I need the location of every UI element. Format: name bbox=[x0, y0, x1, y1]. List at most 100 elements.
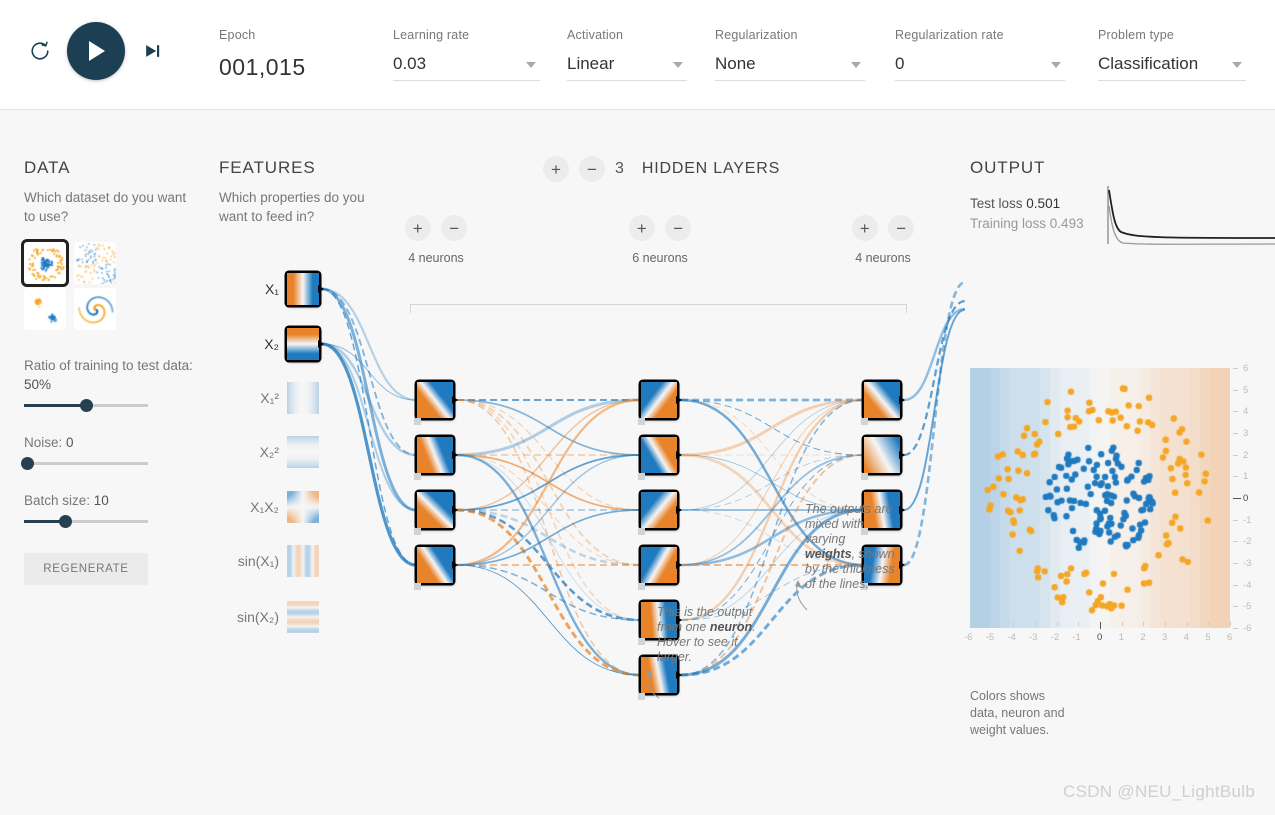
layer-3-add-neuron-button[interactable]: + bbox=[852, 215, 878, 241]
output-connector-icon bbox=[899, 561, 905, 569]
noise-slider-knob[interactable] bbox=[21, 457, 34, 470]
hidden-neuron-l2-n3[interactable] bbox=[641, 492, 677, 528]
activation-label: Activation bbox=[567, 28, 687, 42]
layer-2-remove-neuron-button[interactable]: − bbox=[665, 215, 691, 241]
callout-weights-part-a: The outputs are mixed with varying bbox=[805, 502, 893, 546]
add-layer-button[interactable]: + bbox=[543, 156, 569, 182]
feature-x1[interactable]: X₁ bbox=[235, 273, 319, 305]
main-area: DATA Which dataset do you want to use? R… bbox=[0, 110, 1275, 704]
bias-indicator[interactable] bbox=[638, 418, 645, 425]
training-loss-label: Training loss bbox=[970, 216, 1046, 231]
heatmap-y-tickmark bbox=[1233, 411, 1238, 412]
chevron-down-icon bbox=[673, 62, 683, 68]
data-panel: DATA Which dataset do you want to use? R… bbox=[24, 158, 194, 585]
layer-1-add-neuron-button[interactable]: + bbox=[405, 215, 431, 241]
feature-x1-squared[interactable]: X₁² bbox=[235, 382, 319, 414]
bias-indicator[interactable] bbox=[638, 638, 645, 645]
epoch-label: Epoch bbox=[219, 28, 306, 42]
feature-node[interactable] bbox=[287, 491, 319, 523]
bias-indicator[interactable] bbox=[638, 473, 645, 480]
heatmap-y-tickmark bbox=[1233, 390, 1238, 391]
hidden-neuron-l3-n2[interactable] bbox=[864, 437, 900, 473]
heatmap-x-tickmark bbox=[1122, 622, 1123, 626]
noise-slider[interactable] bbox=[24, 462, 148, 465]
heatmap-x-tickmark bbox=[1013, 622, 1014, 626]
batch-slider[interactable] bbox=[24, 520, 148, 523]
dataset-circle[interactable] bbox=[24, 242, 66, 284]
hidden-neuron-l1-n4[interactable] bbox=[417, 547, 453, 583]
bias-indicator[interactable] bbox=[414, 473, 421, 480]
regularization-rate-select[interactable]: 0 bbox=[895, 54, 1065, 81]
dataset-exclusive-or[interactable] bbox=[74, 242, 116, 284]
bias-indicator[interactable] bbox=[414, 418, 421, 425]
heatmap-y-tick: -4 bbox=[1243, 580, 1251, 591]
regenerate-button[interactable]: REGENERATE bbox=[24, 553, 148, 585]
bias-indicator[interactable] bbox=[638, 528, 645, 535]
heatmap-x-tick: 2 bbox=[1140, 632, 1145, 643]
ratio-label-text: Ratio of training to test data: bbox=[24, 358, 193, 373]
layer-3-remove-neuron-button[interactable]: − bbox=[888, 215, 914, 241]
output-connector-icon bbox=[452, 561, 458, 569]
bias-indicator[interactable] bbox=[861, 418, 868, 425]
heatmap-x-tickmark bbox=[1057, 622, 1058, 626]
heatmap-y-tick: -5 bbox=[1243, 601, 1251, 612]
hidden-neuron-l2-n1[interactable] bbox=[641, 382, 677, 418]
play-button[interactable] bbox=[67, 22, 125, 80]
layer-1-remove-neuron-button[interactable]: − bbox=[441, 215, 467, 241]
bias-indicator[interactable] bbox=[861, 473, 868, 480]
dataset-gaussian[interactable] bbox=[24, 288, 66, 330]
heatmap-x-tickmark bbox=[1143, 622, 1144, 626]
feature-sin-x1[interactable]: sin(X₁) bbox=[227, 545, 319, 577]
layer-2-add-neuron-button[interactable]: + bbox=[629, 215, 655, 241]
hidden-neuron-l2-n4[interactable] bbox=[641, 547, 677, 583]
feature-sin-x2[interactable]: sin(X₂) bbox=[227, 601, 319, 633]
ratio-slider[interactable] bbox=[24, 404, 148, 407]
layer-3-header: + − 4 neurons bbox=[828, 215, 938, 265]
hidden-neuron-l3-n1[interactable] bbox=[864, 382, 900, 418]
feature-node[interactable] bbox=[287, 382, 319, 414]
ratio-slider-knob[interactable] bbox=[80, 399, 93, 412]
activation-select[interactable]: Linear bbox=[567, 54, 687, 81]
problem-type-select[interactable]: Classification bbox=[1098, 54, 1246, 81]
chevron-down-icon bbox=[1232, 62, 1242, 68]
regularization-select[interactable]: None bbox=[715, 54, 865, 81]
feature-node[interactable] bbox=[287, 273, 319, 305]
batch-slider-knob[interactable] bbox=[59, 515, 72, 528]
feature-x2[interactable]: X₂ bbox=[235, 328, 319, 360]
heatmap-y-tickmark bbox=[1233, 455, 1238, 456]
batch-value: 10 bbox=[94, 493, 109, 508]
training-loss-value: 0.493 bbox=[1050, 216, 1084, 231]
learning-rate-select[interactable]: 0.03 bbox=[393, 54, 540, 81]
top-toolbar: Epoch 001,015 Learning rate 0.03 Activat… bbox=[0, 0, 1275, 110]
output-connector-icon bbox=[452, 506, 458, 514]
epoch-value: 001,015 bbox=[219, 54, 306, 81]
feature-node[interactable] bbox=[287, 328, 319, 360]
reset-icon[interactable] bbox=[22, 33, 58, 69]
feature-x2-squared[interactable]: X₂² bbox=[235, 436, 319, 468]
hidden-layers-bracket bbox=[410, 304, 907, 313]
hidden-neuron-l2-n2[interactable] bbox=[641, 437, 677, 473]
layer-1-neuron-count: 4 neurons bbox=[381, 251, 491, 265]
bias-indicator[interactable] bbox=[638, 693, 645, 700]
output-heatmap[interactable] bbox=[970, 368, 1230, 628]
test-loss-label: Test loss bbox=[970, 196, 1023, 211]
problem-type-label: Problem type bbox=[1098, 28, 1246, 42]
feature-node[interactable] bbox=[287, 545, 319, 577]
bias-indicator[interactable] bbox=[414, 528, 421, 535]
activation-control: Activation Linear bbox=[567, 28, 687, 81]
feature-x1x2[interactable]: X₁X₂ bbox=[235, 491, 319, 523]
heatmap-x-tickmark bbox=[1208, 622, 1209, 626]
features-panel-subtitle: Which properties do you want to feed in? bbox=[219, 188, 379, 226]
dataset-spiral[interactable] bbox=[74, 288, 116, 330]
feature-node[interactable] bbox=[287, 436, 319, 468]
step-forward-icon[interactable] bbox=[134, 33, 170, 69]
bias-indicator[interactable] bbox=[638, 583, 645, 590]
remove-layer-button[interactable]: − bbox=[579, 156, 605, 182]
hidden-neuron-l1-n3[interactable] bbox=[417, 492, 453, 528]
heatmap-x-tickmark bbox=[970, 622, 971, 626]
hidden-neuron-l1-n1[interactable] bbox=[417, 382, 453, 418]
bias-indicator[interactable] bbox=[414, 583, 421, 590]
feature-node[interactable] bbox=[287, 601, 319, 633]
heatmap-y-tickmark bbox=[1233, 585, 1238, 586]
hidden-neuron-l1-n2[interactable] bbox=[417, 437, 453, 473]
